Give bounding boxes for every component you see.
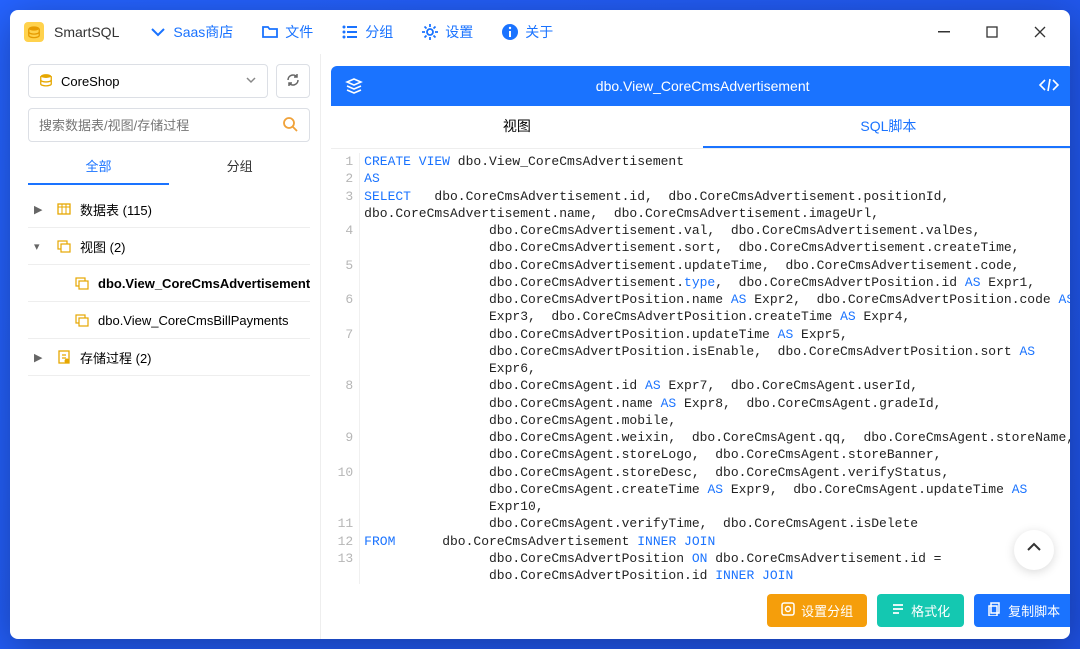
tree-tables[interactable]: ▶ 数据表 (115) [28,191,310,227]
search-box[interactable] [28,108,310,142]
tree-view-item-2[interactable]: dbo.View_CoreCmsBillPayments [28,302,310,338]
copy-icon [988,602,1002,619]
tree-view-item-1-label: dbo.View_CoreCmsAdvertisement [98,276,310,291]
app-name: SmartSQL [54,24,119,40]
main-title: dbo.View_CoreCmsAdvertisement [331,78,1070,94]
sidebar: CoreShop 全部 分组 ▶ 数据表 (115) [10,54,321,639]
view-icon [74,276,90,290]
window-close-button[interactable] [1018,17,1062,47]
tree-views[interactable]: ▾ 视图 (2) [28,228,310,264]
table-icon [56,202,72,216]
tree-views-label: 视图 (2) [80,237,126,256]
search-input[interactable] [39,118,273,133]
set-group-button[interactable]: 设置分组 [767,594,867,627]
menu-about-label: 关于 [525,22,553,42]
list-icon [341,23,359,41]
format-button[interactable]: 格式化 [877,594,964,627]
tree-tables-label: 数据表 (115) [80,200,152,219]
tree-view-item-2-label: dbo.View_CoreCmsBillPayments [98,313,289,328]
main-header: dbo.View_CoreCmsAdvertisement [331,66,1070,106]
app-window: SmartSQL Saas商店 文件 分组 设置 关于 [10,10,1070,639]
search-icon [281,115,299,136]
group-icon [781,602,795,619]
menu-file[interactable]: 文件 [249,16,325,48]
chevron-down-icon [245,74,257,89]
menu-saas-label: Saas商店 [173,22,233,42]
menu-saas[interactable]: Saas商店 [137,16,245,48]
gear-icon [421,23,439,41]
set-group-label: 设置分组 [801,601,853,620]
window-maximize-button[interactable] [970,17,1014,47]
menu-file-label: 文件 [285,22,313,42]
tree-view-item-1[interactable]: dbo.View_CoreCmsAdvertisement [28,265,310,301]
subtab-view[interactable]: 视图 [331,106,702,148]
tree-procedures[interactable]: ▶ 存储过程 (2) [28,339,310,375]
database-name: CoreShop [61,74,120,89]
scroll-to-top-button[interactable] [1014,530,1054,570]
info-icon [501,23,519,41]
view-icon [56,239,72,253]
menu-group[interactable]: 分组 [329,16,405,48]
chevron-right-icon: ▶ [34,351,48,364]
menu-settings-label: 设置 [445,22,473,42]
object-tree: ▶ 数据表 (115) ▾ 视图 (2) dbo.View_CoreCmsAdv… [28,191,310,629]
database-selector[interactable]: CoreShop [28,64,268,98]
chevron-down-icon: ▾ [34,240,48,253]
window-minimize-button[interactable] [922,17,966,47]
editor-gutter: 123 4 5 6 7 8 9 10 111213 1415 [331,153,359,584]
database-icon [39,73,53,90]
procedure-icon [56,350,72,364]
app-logo-icon [24,22,44,42]
body: CoreShop 全部 分组 ▶ 数据表 (115) [10,54,1070,639]
chevron-right-icon: ▶ [34,203,48,216]
editor-code[interactable]: CREATE VIEW dbo.View_CoreCmsAdvertisemen… [359,153,1070,584]
format-label: 格式化 [911,601,950,620]
footer-actions: 设置分组 格式化 复制脚本 [331,584,1070,627]
sub-tabs: 视图 SQL脚本 [331,106,1070,149]
folder-icon [261,23,279,41]
main-panel: dbo.View_CoreCmsAdvertisement 视图 SQL脚本 1… [321,54,1070,639]
refresh-icon [285,72,301,91]
chevron-up-icon [1025,538,1043,561]
sql-editor[interactable]: 123 4 5 6 7 8 9 10 111213 1415 CREATE VI… [331,149,1070,584]
chevron-down-icon [149,23,167,41]
tab-group[interactable]: 分组 [169,148,310,185]
subtab-sql[interactable]: SQL脚本 [703,106,1070,148]
sidebar-tabs: 全部 分组 [28,148,310,185]
copy-label: 复制脚本 [1008,601,1060,620]
menu-about[interactable]: 关于 [489,16,565,48]
view-icon [74,313,90,327]
format-icon [891,602,905,619]
copy-script-button[interactable]: 复制脚本 [974,594,1070,627]
refresh-button[interactable] [276,64,310,98]
tree-procedures-label: 存储过程 (2) [80,348,152,367]
menu-settings[interactable]: 设置 [409,16,485,48]
titlebar: SmartSQL Saas商店 文件 分组 设置 关于 [10,10,1070,54]
menu-group-label: 分组 [365,22,393,42]
tab-all[interactable]: 全部 [28,148,169,185]
